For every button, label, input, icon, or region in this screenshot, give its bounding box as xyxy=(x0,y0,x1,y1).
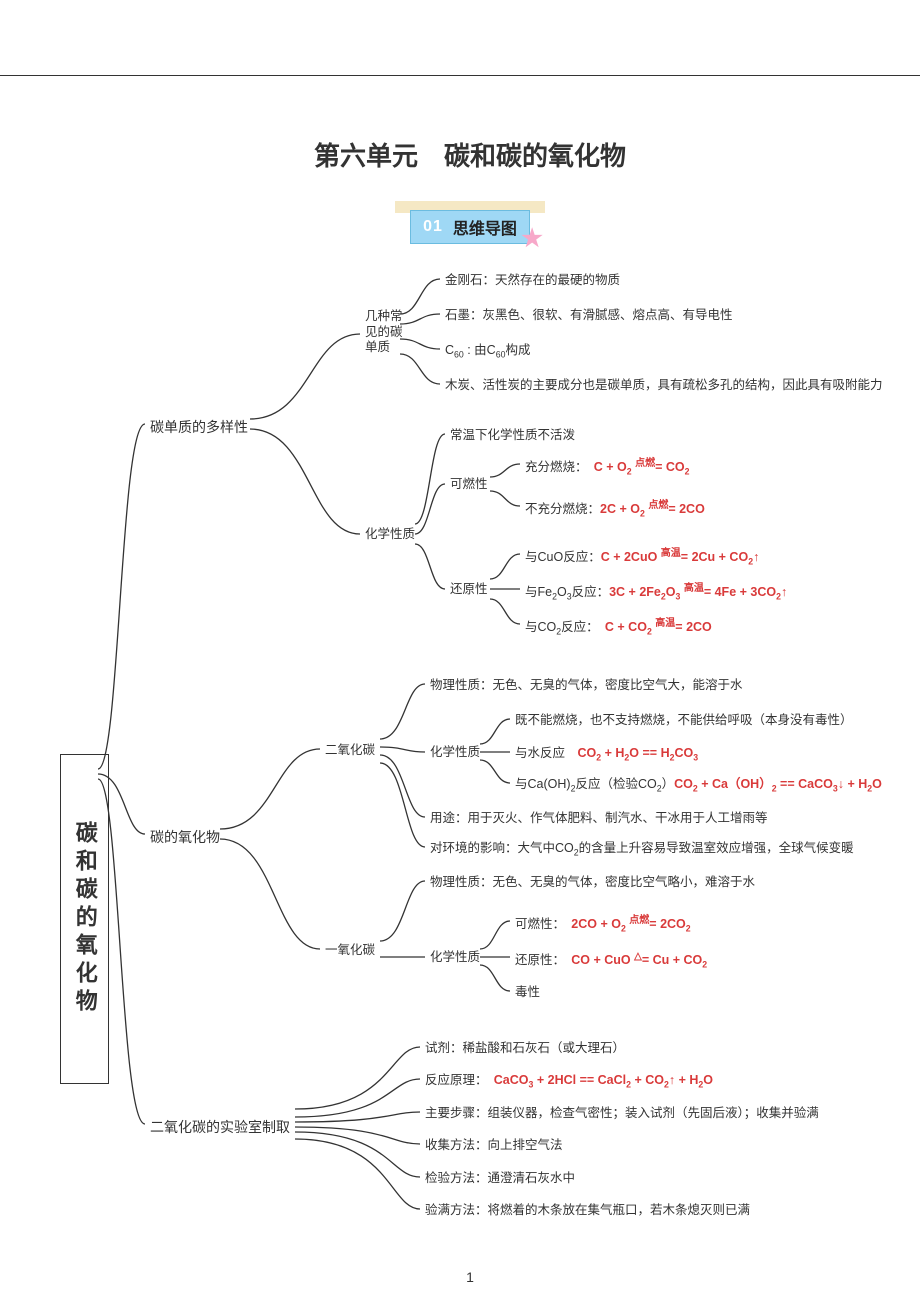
page-number: 1 xyxy=(60,1269,880,1285)
document-page: 第六单元 碳和碳的氧化物 01 思维导图 ★ 碳和碳的氧化物 xyxy=(0,75,920,1315)
leaf-test: 检验方法：通澄清石灰水中 xyxy=(425,1170,575,1186)
leaf-co-phys: 物理性质：无色、无臭的气体，密度比空气略小，难溶于水 xyxy=(430,874,755,890)
node-co2-chem: 化学性质 xyxy=(430,745,480,761)
leaf-full-burn: 充分燃烧： C + O2 点燃= CO2 xyxy=(525,457,690,478)
leaf-co-toxic: 毒性 xyxy=(515,984,540,1000)
leaf-co2-phys: 物理性质：无色、无臭的气体，密度比空气大，能溶于水 xyxy=(430,677,743,693)
page-title: 第六单元 碳和碳的氧化物 xyxy=(60,136,880,173)
leaf-principle: 反应原理： CaCO3 + 2HCl == CaCl2 + CO2↑ + H2O xyxy=(425,1072,713,1091)
node-co-chem: 化学性质 xyxy=(430,950,480,966)
leaf-full: 验满方法：将燃着的木条放在集气瓶口，若木条熄灭则已满 xyxy=(425,1202,750,1218)
node-carbon-oxides: 碳的氧化物 xyxy=(150,827,220,847)
leaf-graphite: 石墨：灰黑色、很软、有滑腻感、熔点高、有导电性 xyxy=(445,307,733,323)
leaf-co2-notburn: 既不能燃烧，也不支持燃烧，不能供给呼吸（本身没有毒性） xyxy=(515,712,853,728)
leaf-cuo: 与CuO反应：C + 2CuO 高温= 2Cu + CO2↑ xyxy=(525,547,759,568)
leaf-inactive: 常温下化学性质不活泼 xyxy=(450,427,575,443)
node-co2-lab: 二氧化碳的实验室制取 xyxy=(150,1117,290,1137)
leaf-co2-use: 用途：用于灭火、作气体肥料、制汽水、干冰用于人工增雨等 xyxy=(430,810,768,826)
leaf-co-reduce: 还原性： CO + CuO △= Cu + CO2 xyxy=(515,950,707,971)
leaf-co2-env: 对环境的影响：大气中CO2的含量上升容易导致温室效应增强，全球气候变暖 xyxy=(430,840,854,859)
badge-number: 01 xyxy=(423,218,443,236)
leaf-reagent: 试剂：稀盐酸和石灰石（或大理石） xyxy=(425,1040,625,1056)
leaf-diamond: 金刚石：天然存在的最硬的物质 xyxy=(445,272,620,288)
node-simple-forms: 几种常见的碳单质 xyxy=(365,309,403,356)
leaf-co2-caoh: 与Ca(OH)2反应（检验CO2）CO2 + Ca（OH）2 == CaCO3↓… xyxy=(515,776,882,795)
leaf-fe2o3: 与Fe2O3反应：3C + 2Fe2O3 高温= 4Fe + 3CO2↑ xyxy=(525,582,787,603)
node-co2: 二氧化碳 xyxy=(325,743,375,759)
node-carbon-simple: 碳单质的多样性 xyxy=(150,417,248,437)
node-chem-prop-c: 化学性质 xyxy=(365,527,415,543)
node-co: 一氧化碳 xyxy=(325,943,375,959)
leaf-steps: 主要步骤：组装仪器，检查气密性；装入试剂（先固后液）；收集并验满 xyxy=(425,1105,819,1121)
node-combustible: 可燃性 xyxy=(450,477,488,493)
mindmap-diagram: 碳和碳的氧化物 xyxy=(60,269,880,1229)
leaf-co-burn: 可燃性： 2CO + O2 点燃= 2CO2 xyxy=(515,914,691,935)
leaf-co2-water: 与水反应 CO2 + H2O == H2CO3 xyxy=(515,745,698,764)
leaf-co2-react: 与CO2反应： C + CO2 高温= 2CO xyxy=(525,617,712,638)
mindmap-root: 碳和碳的氧化物 xyxy=(60,754,109,1084)
leaf-partial-burn: 不充分燃烧：2C + O2 点燃= 2CO xyxy=(525,499,705,520)
leaf-charcoal: 木炭、活性炭的主要成分也是碳单质，具有疏松多孔的结构，因此具有吸附能力 xyxy=(445,377,883,393)
section-badge: 01 思维导图 ★ xyxy=(60,201,880,244)
leaf-c60: C60 : 由C60构成 xyxy=(445,342,530,361)
node-reduce: 还原性 xyxy=(450,582,488,598)
star-icon: ★ xyxy=(521,224,543,253)
leaf-collect: 收集方法：向上排空气法 xyxy=(425,1137,563,1153)
badge-text: 思维导图 xyxy=(453,215,517,239)
